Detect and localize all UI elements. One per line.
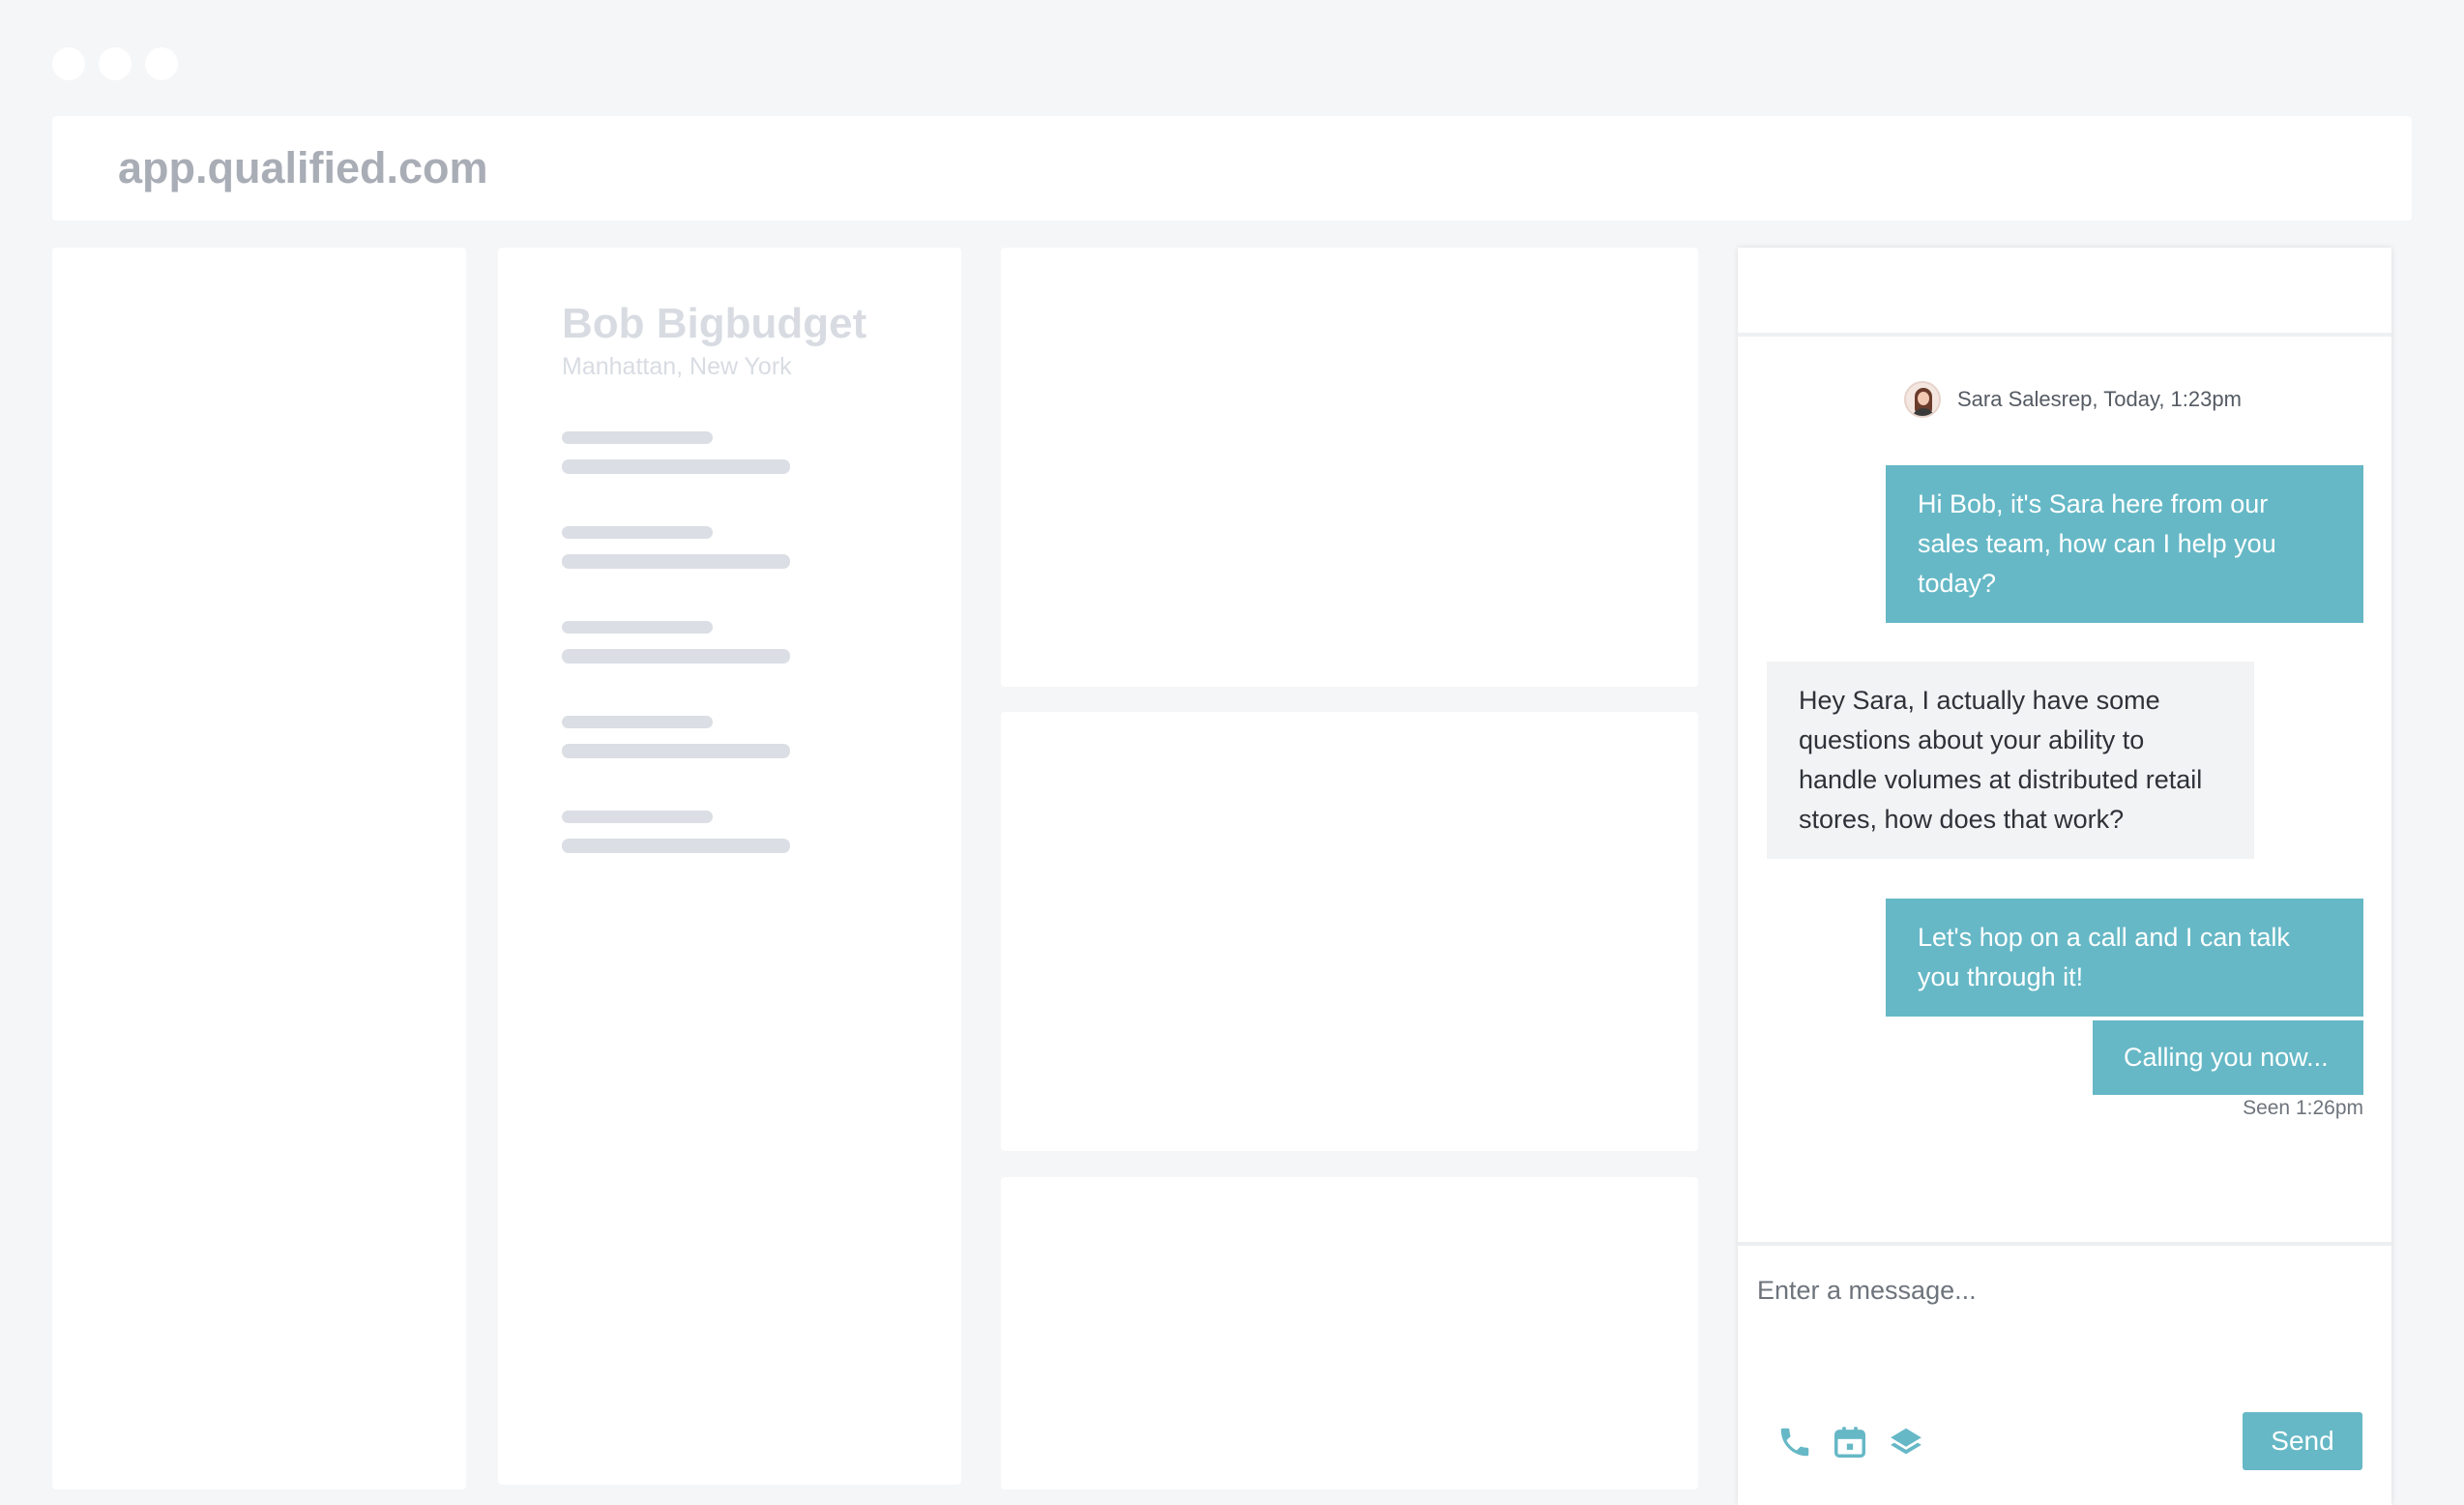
window-maximize-dot[interactable] [145,47,178,80]
contact-panel: Bob Bigbudget Manhattan, New York [498,248,961,1485]
message-sender-line: Sara Salesrep, Today, 1:23pm [1904,381,2242,418]
url-text: app.qualified.com [118,143,488,192]
seen-receipt: Seen 1:26pm [2243,1097,2363,1119]
skeleton-label [562,431,713,444]
chat-message-agent: Hi Bob, it's Sara here from our sales te… [1886,465,2363,623]
content-card [1001,248,1698,687]
contact-name: Bob Bigbudget [562,300,867,347]
content-card [1001,1177,1698,1490]
skeleton-label [562,621,713,634]
skeleton-label [562,811,713,823]
skeleton-value [562,744,790,758]
window-close-dot[interactable] [52,47,85,80]
skeleton-label [562,716,713,728]
message-input[interactable] [1757,1265,2357,1315]
chat-message-agent: Calling you now... [2093,1020,2363,1095]
content-card [1001,712,1698,1151]
chat-message-agent: Let's hop on a call and I can talk you t… [1886,899,2363,1017]
send-button[interactable]: Send [2243,1412,2362,1470]
address-bar[interactable]: app.qualified.com [52,116,2412,221]
chat-panel: Sara Salesrep, Today, 1:23pm Hi Bob, it'… [1738,248,2391,1505]
skeleton-value [562,554,790,569]
skeleton-label [562,526,713,539]
sender-name-time: Sara Salesrep, Today, 1:23pm [1957,387,2242,411]
layers-icon[interactable] [1888,1424,1924,1461]
sidebar-panel [52,248,466,1490]
chat-message-visitor: Hey Sara, I actually have some questions… [1767,662,2254,859]
skeleton-value [562,459,790,474]
skeleton-value [562,839,790,853]
chat-header [1738,248,2391,337]
avatar [1904,381,1941,418]
skeleton-value [562,649,790,664]
calendar-icon[interactable] [1832,1424,1868,1461]
message-composer: Send [1738,1242,2391,1505]
phone-icon[interactable] [1776,1424,1813,1461]
window-minimize-dot[interactable] [99,47,132,80]
contact-location: Manhattan, New York [562,353,792,380]
